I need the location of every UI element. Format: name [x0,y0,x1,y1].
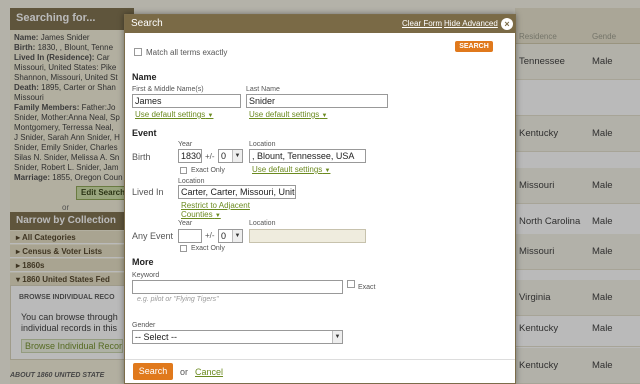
chevron-down-icon: ▼ [332,331,342,343]
name-section-title: Name [132,72,157,82]
gender-select[interactable]: -- Select -- ▼ [132,330,343,344]
any-year-label: Year [178,220,193,227]
birth-location-label: Location [249,141,276,148]
keyword-input[interactable] [132,280,343,294]
link-text: Use default settings [249,110,320,119]
hide-advanced-link[interactable]: Hide Advanced [444,19,498,28]
any-plusminus: +/- [205,231,215,240]
keyword-hint: e.g. pilot or "Flying Tigers" [137,296,219,303]
footer-or-text: or [180,367,189,377]
event-section-title: Event [132,128,157,138]
link-text: Use default settings [252,165,323,174]
birth-exact-label: Exact Only [191,167,225,174]
clear-form-link[interactable]: Clear Form [402,19,442,28]
lived-in-label: Lived In [132,187,164,197]
lived-location-label: Location [178,178,205,185]
first-name-default-settings-link[interactable]: Use default settings ▼ [135,110,213,119]
any-year-input[interactable] [178,229,202,243]
any-range-value: 0 [221,231,227,241]
match-all-checkbox[interactable] [134,48,142,56]
cancel-link[interactable]: Cancel [195,367,223,377]
birth-range-value: 0 [221,151,227,161]
any-exact-label: Exact Only [191,245,225,252]
dropdown-arrow-icon: ▼ [214,213,221,219]
birth-location-input[interactable]: , Blount, Tennessee, USA [249,149,366,163]
birth-default-settings-link[interactable]: Use default settings ▼ [252,165,330,174]
more-section-title: More [132,257,154,267]
birth-label: Birth [132,152,151,162]
link-text: Counties [181,210,213,219]
any-range-select[interactable]: 0 ▼ [218,229,243,243]
birth-year-input[interactable]: 1830 [178,149,202,163]
gender-value: -- Select -- [135,332,178,342]
counties-link[interactable]: Counties ▼ [181,210,221,219]
birth-range-select[interactable]: 0 ▼ [218,149,243,163]
any-location-label: Location [249,220,276,227]
any-event-label: Any Event [132,231,174,241]
match-all-label: Match all terms exactly [146,48,228,57]
chevron-down-icon: ▼ [232,150,242,162]
last-name-default-settings-link[interactable]: Use default settings ▼ [249,110,327,119]
chevron-down-icon: ▼ [232,230,242,242]
dropdown-arrow-icon: ▼ [321,113,328,119]
link-text: Use default settings [135,110,206,119]
any-location-input[interactable] [249,229,366,243]
search-button[interactable]: Search [133,363,173,380]
keyword-label: Keyword [132,272,160,279]
dialog-titlebar: Search Clear Form Hide Advanced × [125,15,515,33]
gender-label: Gender [132,322,156,329]
last-name-input[interactable]: Snider [246,94,388,108]
search-dialog: Search Clear Form Hide Advanced × SEARCH… [124,14,516,384]
keyword-exact-label: Exact [358,284,376,291]
keyword-exact-checkbox[interactable] [347,280,355,288]
first-name-label: First & Middle Name(s) [132,86,204,93]
close-icon[interactable]: × [501,18,513,30]
any-exact-checkbox[interactable] [180,245,187,252]
last-name-label: Last Name [246,86,280,93]
restrict-adjacent-link[interactable]: Restrict to Adjacent [181,201,250,210]
birth-plusminus: +/- [205,152,215,161]
first-name-input[interactable]: James [132,94,241,108]
search-top-button[interactable]: SEARCH [455,41,493,52]
dialog-footer: Search or Cancel [125,360,515,384]
lived-location-input[interactable]: Carter, Carter, Missouri, Unite [178,185,296,199]
birth-year-label: Year [178,141,193,148]
birth-exact-checkbox[interactable] [180,167,187,174]
dropdown-arrow-icon: ▼ [324,168,331,174]
dialog-title: Search [131,18,163,29]
dropdown-arrow-icon: ▼ [207,113,214,119]
